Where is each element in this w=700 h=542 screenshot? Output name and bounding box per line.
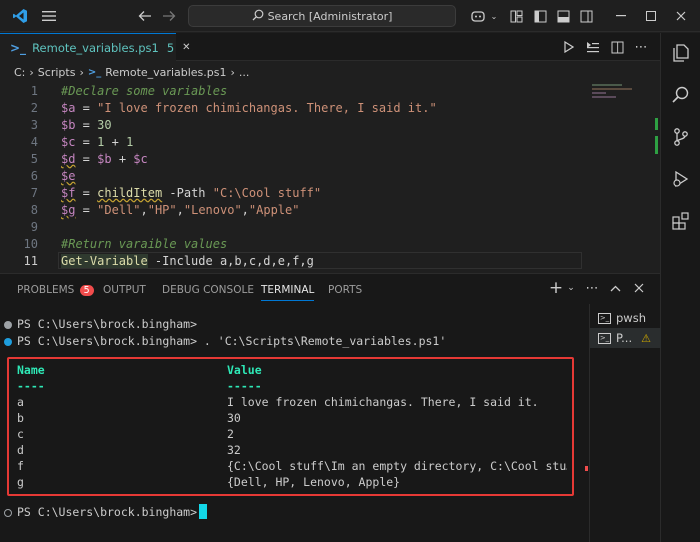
close-panel-icon[interactable] [630, 278, 648, 298]
source-control-icon[interactable] [661, 119, 700, 155]
gutter-change-marker [655, 136, 658, 154]
terminal-item-powershell[interactable]: >_ P... ⚠ [590, 328, 661, 348]
line-number: 7 [30, 186, 38, 200]
scrollbar-marker [585, 466, 588, 471]
more-actions-icon[interactable]: ⋯ [583, 278, 601, 298]
tab-ports[interactable]: PORTS [328, 284, 362, 296]
editor-tabs-bar: >_ Remote_variables.ps1 5 ✕ ⋯ [0, 33, 660, 61]
terminal-list: >_ pwsh >_ P... ⚠ [589, 304, 661, 542]
terminal-prompt-1: PS C:\Users\brock.bingham> [17, 317, 198, 331]
line-number: 5 [30, 152, 38, 166]
code-line-6: $e [61, 169, 76, 183]
toggle-panel-icon[interactable] [553, 0, 573, 32]
toggle-secondary-sidebar-icon[interactable] [576, 0, 596, 32]
search-icon [252, 9, 264, 24]
annotation-highlight-box [7, 357, 574, 496]
layout-icon[interactable] [506, 0, 526, 32]
split-editor-icon[interactable] [606, 33, 628, 61]
powershell-file-icon: >_ [87, 66, 102, 78]
code-line-2: $a = "I love frozen chimichangas. There,… [61, 101, 437, 115]
menu-icon[interactable] [36, 0, 62, 32]
search-sidebar-icon[interactable] [661, 77, 700, 113]
powershell-file-icon: >_ [10, 40, 27, 55]
back-icon[interactable] [134, 0, 156, 32]
copilot-icon[interactable] [466, 0, 490, 32]
copilot-dropdown-icon[interactable]: ⌄ [488, 0, 500, 32]
breadcrumb-separator-icon: › [29, 65, 34, 79]
terminal-icon: >_ [598, 312, 611, 324]
breadcrumb-more[interactable]: ... [239, 66, 250, 79]
code-line-8: $g = "Dell","HP","Lenovo","Apple" [61, 203, 300, 217]
command-decoration-icon [4, 338, 12, 346]
toggle-primary-sidebar-icon[interactable] [530, 0, 550, 32]
code-line-11: Get-Variable -Include a,b,c,d,e,f,g [61, 254, 314, 268]
terminal-item-pwsh[interactable]: >_ pwsh [590, 308, 661, 328]
problems-badge: 5 [79, 285, 94, 296]
run-icon[interactable] [558, 33, 580, 61]
terminal-prompt-3: PS C:\Users\brock.bingham> [17, 505, 198, 519]
line-number: 9 [30, 220, 38, 234]
breadcrumb-separator-icon: › [79, 65, 84, 79]
line-number: 3 [30, 118, 38, 132]
code-line-10: #Return varaible values [61, 237, 228, 251]
command-decoration-icon [4, 509, 12, 517]
line-number: 6 [30, 169, 38, 183]
activity-bar [660, 33, 700, 542]
breadcrumb-separator-icon: › [230, 65, 235, 79]
gutter-change-marker [655, 118, 658, 130]
run-debug-icon[interactable] [661, 161, 700, 197]
explorer-icon[interactable] [661, 35, 700, 71]
breadcrumb: C: › Scripts › >_ Remote_variables.ps1 ›… [0, 62, 660, 82]
breadcrumb-folder[interactable]: Scripts [38, 66, 76, 79]
bottom-panel: PROBLEMS 5 OUTPUT DEBUG CONSOLE TERMINAL… [0, 273, 661, 542]
line-number: 2 [30, 101, 38, 115]
run-selection-icon[interactable] [582, 33, 604, 61]
maximize-icon[interactable] [636, 0, 666, 32]
command-decoration-icon [4, 321, 12, 329]
code-line-5: $d = $b + $c [61, 152, 148, 166]
terminal-dropdown-icon[interactable]: ⌄ [565, 278, 577, 298]
minimap[interactable] [588, 82, 652, 106]
tab-problems[interactable]: PROBLEMS 5 [17, 284, 94, 296]
tab-debug-console[interactable]: DEBUG CONSOLE [162, 284, 254, 296]
close-icon[interactable] [666, 0, 696, 32]
code-line-4: $c = 1 + 1 [61, 135, 134, 149]
line-number: 10 [23, 237, 38, 251]
warning-icon: ⚠ [641, 331, 651, 345]
tab-terminal[interactable]: TERMINAL [261, 284, 315, 301]
code-line-7: $f = childItem -Path "C:\Cool stuff" [61, 186, 322, 200]
tab-problem-count: 5 [166, 40, 175, 55]
breadcrumb-file[interactable]: Remote_variables.ps1 [105, 66, 226, 79]
tab-label: Remote_variables.ps1 [32, 40, 159, 55]
line-number: 4 [30, 135, 38, 149]
tab-close-icon[interactable]: ✕ [182, 42, 190, 53]
code-line-1: #Declare some variables [61, 84, 228, 98]
new-terminal-icon[interactable]: + [548, 278, 564, 298]
code-editor[interactable]: 1 2 3 4 5 6 7 8 9 10 11 #Declare some va… [0, 82, 658, 272]
minimize-icon[interactable] [606, 0, 636, 32]
line-number-current: 11 [23, 254, 38, 268]
tab-remote-variables[interactable]: >_ Remote_variables.ps1 5 ✕ [0, 33, 191, 61]
line-number: 8 [30, 203, 38, 217]
breadcrumb-drive[interactable]: C: [14, 66, 25, 79]
code-line-3: $b = 30 [61, 118, 112, 132]
extensions-icon[interactable] [661, 203, 700, 239]
more-actions-icon[interactable]: ⋯ [630, 33, 652, 61]
tab-output[interactable]: OUTPUT [103, 284, 146, 296]
command-center-search[interactable]: Search [Administrator] [188, 5, 456, 27]
title-bar: Search [Administrator] ⌄ [0, 0, 700, 32]
terminal-icon: >_ [598, 332, 611, 344]
line-number: 1 [30, 84, 38, 98]
terminal-prompt-2: PS C:\Users\brock.bingham> . 'C:\Scripts… [17, 334, 447, 348]
search-label: Search [Administrator] [267, 9, 393, 23]
forward-icon[interactable] [158, 0, 180, 32]
terminal-cursor [199, 504, 207, 519]
vscode-icon [6, 0, 34, 32]
maximize-panel-icon[interactable] [606, 278, 624, 298]
